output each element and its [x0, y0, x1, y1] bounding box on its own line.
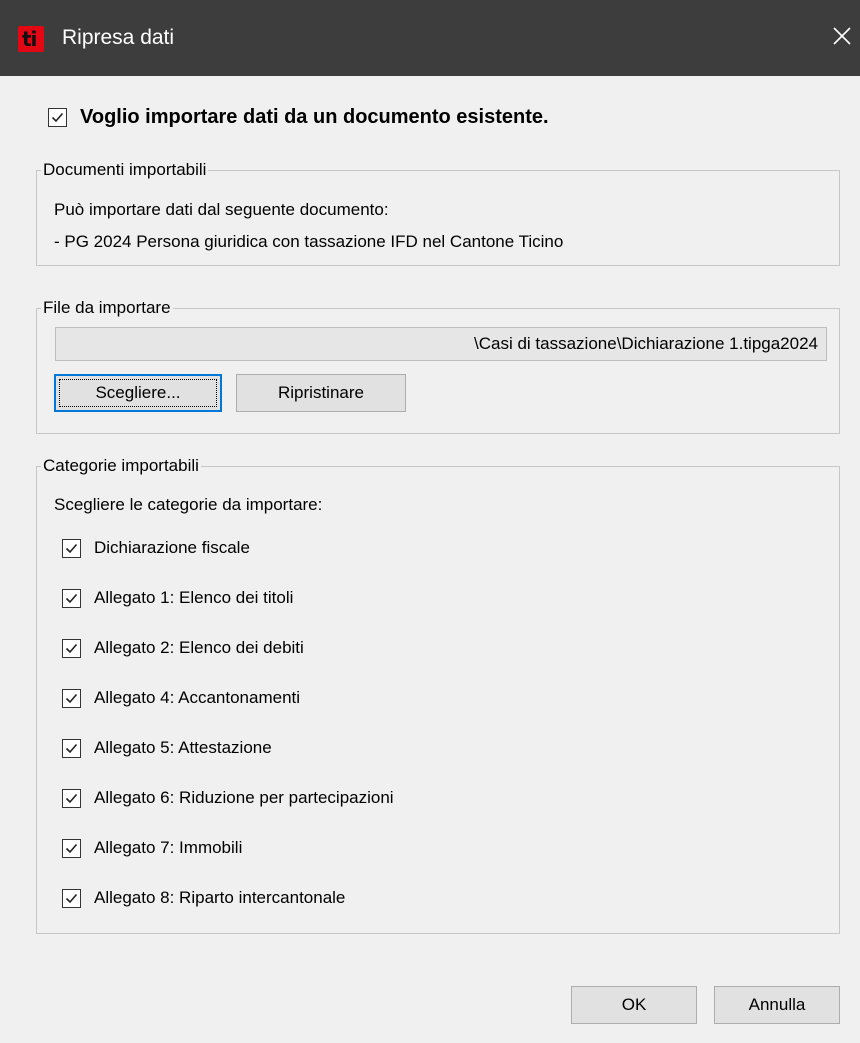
reset-button[interactable]: Ripristinare [236, 374, 406, 412]
category-label[interactable]: Allegato 5: Attestazione [94, 738, 272, 758]
choose-file-button[interactable]: Scegliere... [54, 374, 222, 412]
cancel-button[interactable]: Annulla [714, 986, 840, 1024]
checkmark-icon [65, 693, 78, 704]
category-checkbox[interactable] [62, 689, 81, 708]
focus-rectangle [59, 379, 217, 407]
ok-button[interactable]: OK [571, 986, 697, 1024]
checkmark-icon [65, 593, 78, 604]
category-label[interactable]: Allegato 4: Accantonamenti [94, 688, 300, 708]
category-label[interactable]: Allegato 7: Immobili [94, 838, 242, 858]
category-checkbox[interactable] [62, 539, 81, 558]
checkmark-icon [65, 793, 78, 804]
cancel-label: Annulla [748, 995, 806, 1014]
category-checkbox[interactable] [62, 789, 81, 808]
category-checkbox[interactable] [62, 589, 81, 608]
category-label[interactable]: Dichiarazione fiscale [94, 538, 250, 558]
category-label[interactable]: Allegato 8: Riparto intercantonale [94, 888, 345, 908]
checkmark-icon [65, 643, 78, 654]
documents-item: - PG 2024 Persona giuridica con tassazio… [54, 232, 564, 251]
app-logo-text: ti [22, 27, 37, 51]
checkmark-icon [65, 543, 78, 554]
window-title: Ripresa dati [62, 26, 175, 49]
import-existing-label[interactable]: Voglio importare dati da un documento es… [80, 106, 549, 129]
import-existing-checkbox[interactable] [48, 108, 67, 127]
checkmark-icon [65, 743, 78, 754]
close-button[interactable] [820, 16, 860, 60]
checkmark-icon [51, 112, 64, 123]
file-path-field[interactable]: \Casi di tassazione\Dichiarazione 1.tipg… [55, 327, 827, 361]
category-checkbox[interactable] [62, 889, 81, 908]
checkmark-icon [65, 843, 78, 854]
categories-legend: Categorie importabili [43, 456, 199, 475]
category-label[interactable]: Allegato 6: Riduzione per partecipazioni [94, 788, 394, 808]
documents-legend: Documenti importabili [43, 160, 207, 179]
categories-intro: Scegliere le categorie da importare: [54, 495, 323, 514]
title-bar: ti Ripresa dati [0, 0, 860, 76]
category-checkbox[interactable] [62, 839, 81, 858]
category-checkbox[interactable] [62, 639, 81, 658]
documents-intro: Può importare dati dal seguente document… [54, 200, 389, 219]
category-checkbox[interactable] [62, 739, 81, 758]
close-icon [833, 27, 851, 45]
ok-label: OK [621, 995, 647, 1014]
reset-label: Ripristinare [278, 383, 364, 402]
app-logo-icon: ti [18, 26, 44, 52]
category-label[interactable]: Allegato 1: Elenco dei titoli [94, 588, 293, 608]
category-label[interactable]: Allegato 2: Elenco dei debiti [94, 638, 304, 658]
file-legend: File da importare [43, 298, 171, 317]
file-group: File da importare [36, 298, 840, 434]
checkmark-icon [65, 893, 78, 904]
